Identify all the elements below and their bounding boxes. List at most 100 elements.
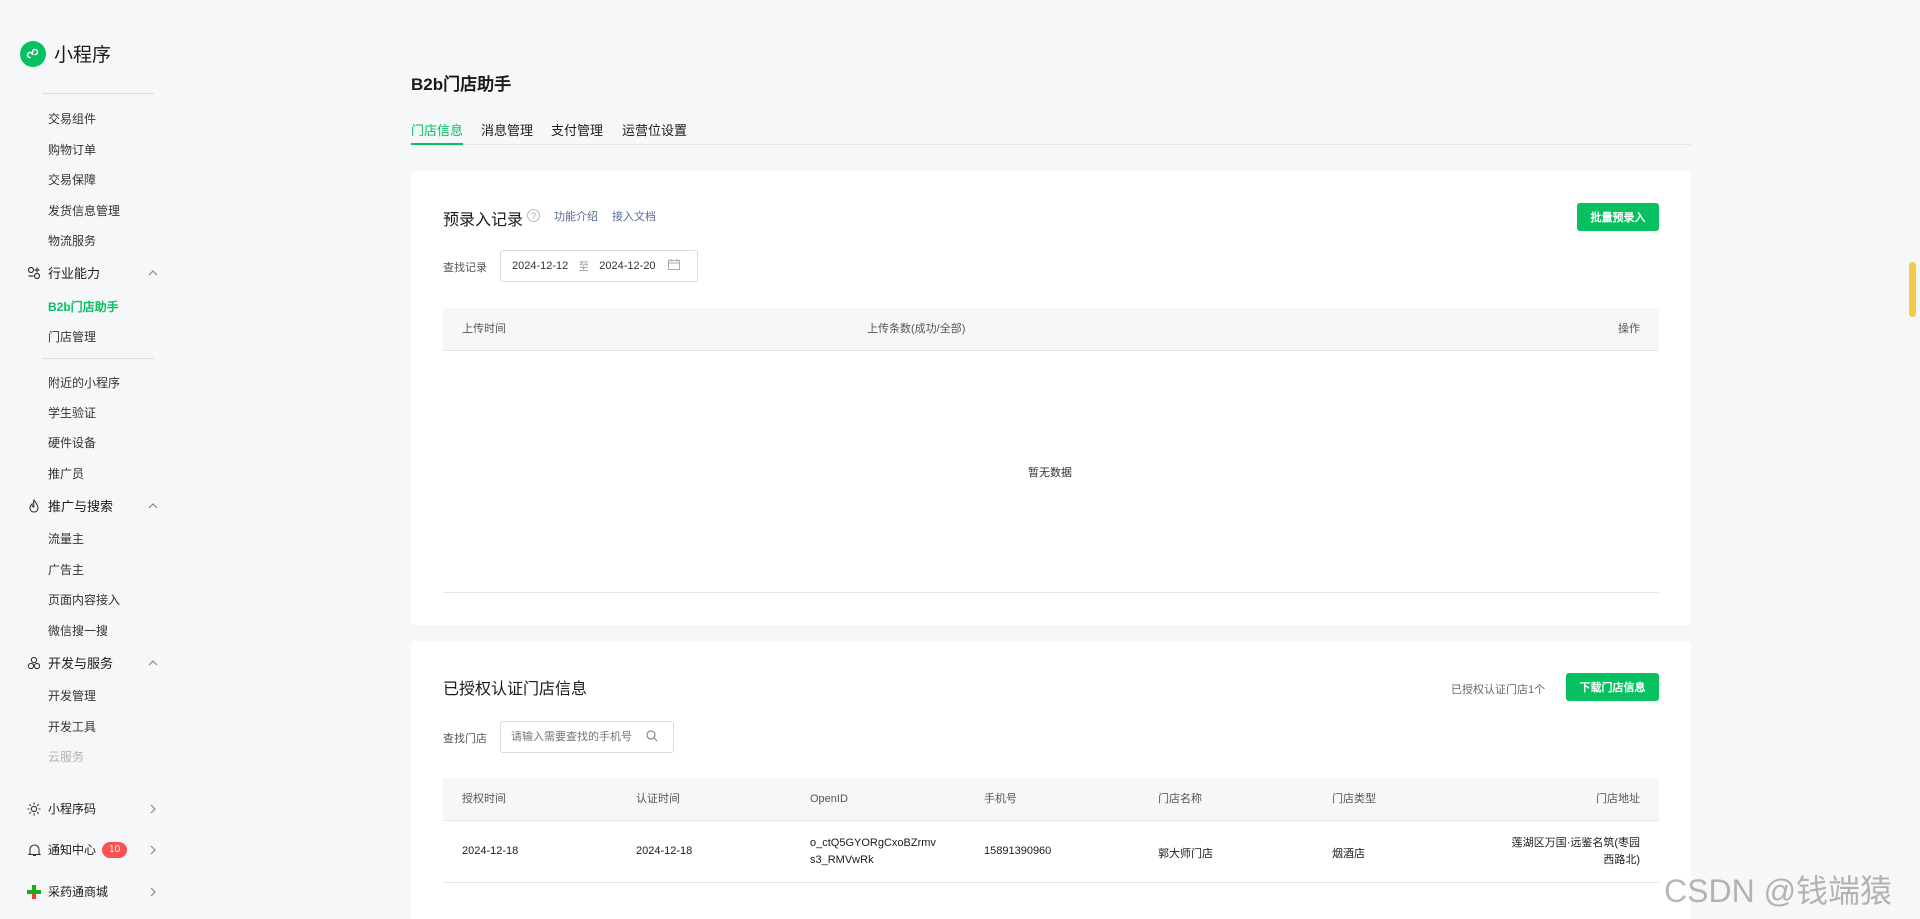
- sidebar-item-nearby[interactable]: 附近的小程序: [48, 374, 120, 391]
- chevron-right-icon: [146, 885, 160, 899]
- tab-store-info[interactable]: 门店信息: [411, 120, 464, 145]
- cell-store-name: 郭大师门店: [1158, 848, 1213, 860]
- tab-bar: 门店信息 消息管理 支付管理 运营位设置: [411, 120, 1691, 145]
- page-title: B2b门店助手: [411, 75, 512, 94]
- industry-icon: [26, 265, 42, 281]
- sidebar-item-promoter[interactable]: 推广员: [48, 465, 84, 482]
- cell-openid-line1: o_ctQ5GYORgCxoBZrmv: [810, 837, 936, 849]
- tab-operation-slot-settings[interactable]: 运营位设置: [622, 120, 687, 145]
- notification-count-badge: 10: [102, 841, 128, 858]
- cell-cert-time: 2024-12-18: [636, 845, 693, 857]
- prerecord-card: 预录入记录 ? 功能介绍 接入文档 批量预录入 查找记录 2024-12-12 …: [411, 171, 1691, 625]
- sidebar-divider: [42, 93, 154, 94]
- date-end: 2024-12-20: [599, 260, 656, 272]
- col-store-address: 门店地址: [1596, 793, 1640, 805]
- sidebar-group-promo-label: 推广与搜索: [48, 499, 114, 514]
- store-search-box[interactable]: [500, 721, 674, 753]
- chevron-up-icon: [146, 499, 160, 513]
- sidebar-item-store-management[interactable]: 门店管理: [48, 328, 96, 345]
- sidebar-item-b2b-store-assistant[interactable]: B2b门店助手: [48, 298, 119, 315]
- scrollbar-thumb[interactable]: [1909, 262, 1916, 317]
- app-name: 小程序: [54, 45, 112, 66]
- store-search-label: 查找门店: [443, 733, 487, 745]
- date-separator: 至: [578, 261, 590, 273]
- sidebar-item-shipping-info[interactable]: 发货信息管理: [48, 202, 120, 219]
- sidebar-item-shopping-orders[interactable]: 购物订单: [48, 141, 96, 158]
- authorized-stores-card: 已授权认证门店信息 已授权认证门店1个 下载门店信息 查找门店 授权时间 认证时…: [411, 641, 1691, 919]
- sidebar-group-dev-label: 开发与服务: [48, 656, 114, 671]
- sidebar-item-advertiser[interactable]: 广告主: [48, 561, 84, 578]
- table-bottom-divider: [443, 592, 1659, 593]
- cell-store-address: 莲湖区万国·远鉴名筑(枣园 西路北): [1512, 835, 1640, 869]
- cell-openid: o_ctQ5GYORgCxoBZrmv s3_RMVwRk: [810, 835, 936, 869]
- tab-message-management[interactable]: 消息管理: [481, 120, 533, 145]
- sidebar-notify-label: 通知中心: [48, 843, 97, 857]
- sidebar-group-industry-label: 行业能力: [48, 266, 101, 281]
- sidebar-group-dev-service[interactable]: 开发与服务: [26, 653, 160, 672]
- cell-address-line1: 莲湖区万国·远鉴名筑(枣园: [1511, 837, 1640, 849]
- chevron-right-icon: [146, 802, 160, 816]
- table-row: 2024-12-18 2024-12-18 o_ctQ5GYORgCxoBZrm…: [443, 821, 1659, 883]
- prerecord-title: 预录入记录: [443, 212, 524, 229]
- sidebar-item-notification-center[interactable]: 通知中心 10: [26, 841, 160, 858]
- cell-phone: 15891390960: [984, 845, 1052, 857]
- date-start: 2024-12-12: [512, 260, 569, 272]
- watermark: CSDN @钱端猿: [1664, 873, 1893, 909]
- cell-address-line2: 西路北): [1603, 854, 1640, 866]
- sidebar-code-label: 小程序码: [48, 802, 97, 816]
- download-store-info-button[interactable]: 下载门店信息: [1566, 673, 1659, 701]
- sidebar-item-cloud-service[interactable]: 云服务: [48, 748, 84, 765]
- flame-icon: [26, 498, 42, 514]
- empty-state-text: 暂无数据: [1028, 467, 1072, 479]
- app-logo[interactable]: 小程序: [20, 40, 111, 67]
- col-upload-count: 上传条数(成功/全部): [867, 323, 966, 335]
- col-openid: OpenID: [810, 793, 848, 805]
- sidebar-item-wechat-search[interactable]: 微信搜一搜: [48, 622, 108, 639]
- sidebar-divider: [42, 358, 154, 359]
- phone-search-input[interactable]: [511, 731, 646, 743]
- record-search-label: 查找记录: [443, 262, 487, 274]
- chevron-up-icon: [146, 266, 160, 280]
- integration-doc-link[interactable]: 接入文档: [612, 208, 656, 224]
- sidebar-group-promo-search[interactable]: 推广与搜索: [26, 496, 160, 515]
- store-count-text: 已授权认证门店1个: [1451, 684, 1546, 696]
- prerecord-table-header: 上传时间 上传条数(成功/全部) 操作: [443, 308, 1659, 351]
- sidebar-item-mini-program-code[interactable]: 小程序码: [26, 800, 160, 817]
- col-cert-time: 认证时间: [636, 793, 680, 805]
- col-auth-time: 授权时间: [462, 793, 506, 805]
- stores-title: 已授权认证门店信息: [443, 681, 588, 698]
- calendar-icon: [667, 259, 680, 273]
- green-cross-icon: [26, 884, 42, 900]
- sidebar-item-dev-management[interactable]: 开发管理: [48, 687, 96, 704]
- col-upload-time: 上传时间: [462, 323, 506, 335]
- chevron-right-icon: [146, 843, 160, 857]
- feature-intro-link[interactable]: 功能介绍: [554, 208, 598, 224]
- cell-store-type: 烟酒店: [1332, 848, 1365, 860]
- sidebar-mall-label: 采药通商城: [48, 885, 109, 899]
- sidebar-item-traffic-owner[interactable]: 流量主: [48, 530, 84, 547]
- sidebar-item-mall[interactable]: 采药通商城: [26, 883, 160, 900]
- stores-table-header: 授权时间 认证时间 OpenID 手机号 门店名称 门店类型 门店地址: [443, 778, 1659, 821]
- col-action: 操作: [1618, 323, 1640, 335]
- sidebar-item-logistics[interactable]: 物流服务: [48, 232, 96, 249]
- sun-icon: [26, 801, 42, 817]
- cell-auth-time: 2024-12-18: [462, 845, 519, 857]
- sidebar-group-industry[interactable]: 行业能力: [26, 263, 160, 282]
- sidebar-item-trade-guarantee[interactable]: 交易保障: [48, 171, 96, 188]
- mini-program-logo-icon: [20, 40, 46, 67]
- search-icon[interactable]: [646, 729, 658, 745]
- date-range-picker[interactable]: 2024-12-12 至 2024-12-20: [500, 250, 698, 282]
- help-icon[interactable]: ?: [527, 209, 540, 222]
- sidebar-item-trade-component[interactable]: 交易组件: [48, 110, 96, 127]
- col-phone: 手机号: [984, 793, 1017, 805]
- batch-prerecord-button[interactable]: 批量预录入: [1577, 203, 1659, 231]
- bell-icon: [26, 842, 42, 858]
- tab-payment-management[interactable]: 支付管理: [551, 120, 603, 145]
- cell-openid-line2: s3_RMVwRk: [810, 854, 874, 866]
- dev-service-icon: [26, 655, 42, 671]
- sidebar-item-page-content[interactable]: 页面内容接入: [48, 591, 120, 608]
- sidebar-item-hardware[interactable]: 硬件设备: [48, 434, 96, 451]
- col-store-name: 门店名称: [1158, 793, 1202, 805]
- sidebar-item-student-verify[interactable]: 学生验证: [48, 404, 96, 421]
- sidebar-item-dev-tools[interactable]: 开发工具: [48, 718, 96, 735]
